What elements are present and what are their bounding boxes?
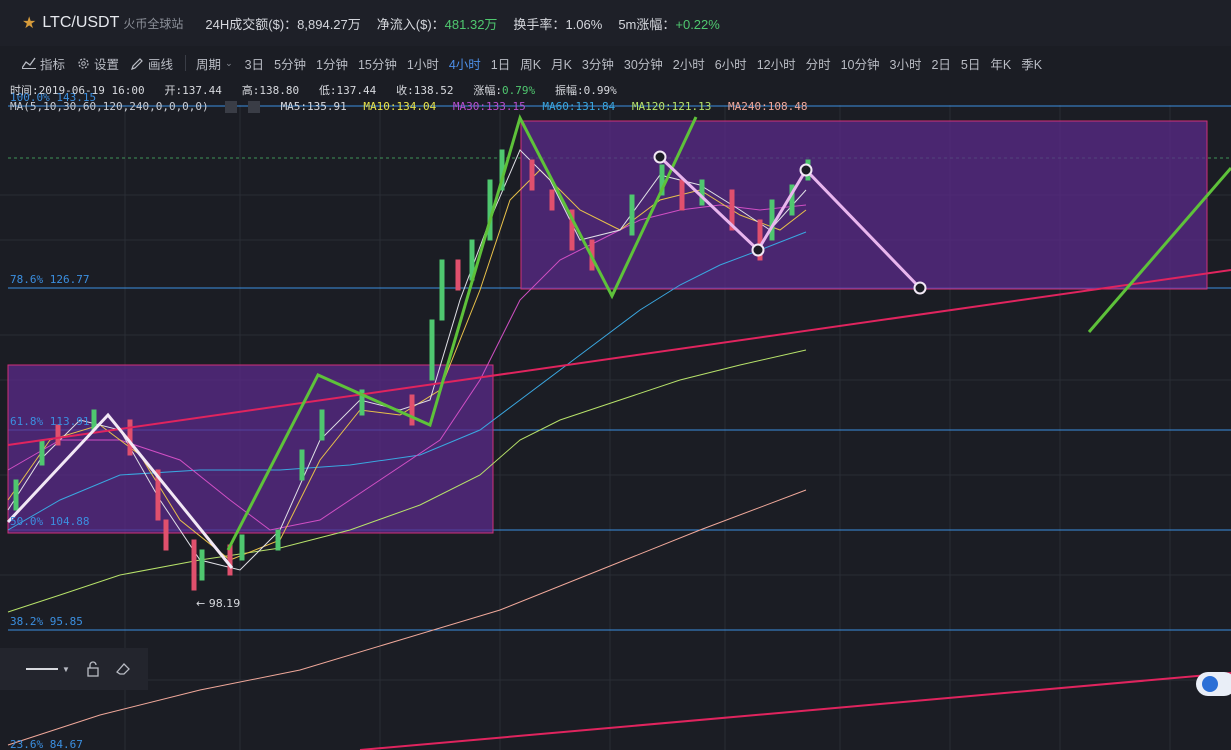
eraser-icon — [115, 663, 130, 675]
fib-label-382: 38.2% 95.85 — [10, 615, 83, 628]
feedback-badge[interactable] — [1196, 672, 1231, 696]
ma10-value: MA10:134.04 — [363, 100, 437, 113]
range-box-right[interactable] — [520, 120, 1208, 290]
trendline-lower[interactable] — [359, 672, 1231, 750]
ma-params[interactable]: MA(5,10,30,60,120,240,0,0,0,0) — [10, 100, 209, 113]
line-style-icon — [26, 668, 58, 670]
ma30-value: MA30:133.15 — [452, 100, 526, 113]
line-style-dropdown[interactable]: ▼ — [4, 665, 70, 674]
ohlc-info: 时间:2019-06-19 16:00 开:137.44 高:138.80 低:… — [10, 84, 617, 97]
ma120-value: MA120:121.13 — [631, 100, 712, 113]
fib-label-618: 61.8% 113.91 — [10, 415, 89, 428]
drawing-tool-palette: ▼ — [0, 648, 148, 690]
low-price-marker: ← 98.19 — [196, 597, 240, 610]
app-logo-icon — [1202, 676, 1218, 692]
chevron-down-icon: ▼ — [62, 664, 70, 674]
lock-button[interactable] — [86, 661, 100, 677]
trendline-upper[interactable] — [7, 269, 1231, 446]
fib-label-236: 23.6% 84.67 — [10, 738, 83, 750]
fib-label-786: 78.6% 126.77 — [10, 273, 89, 286]
ma-info: MA(5,10,30,60,120,240,0,0,0,0) MA5:135.9… — [10, 100, 817, 113]
lock-icon — [87, 661, 99, 677]
ma-close-icon[interactable] — [247, 101, 260, 113]
ma240-value: MA240:108.48 — [727, 100, 808, 113]
ma-settings-icon[interactable] — [225, 101, 238, 113]
ma60-value: MA60:131.84 — [542, 100, 616, 113]
fib-label-500: 50.0% 104.88 — [10, 515, 89, 528]
ma5-value: MA5:135.91 — [280, 100, 347, 113]
eraser-button[interactable] — [115, 662, 131, 676]
